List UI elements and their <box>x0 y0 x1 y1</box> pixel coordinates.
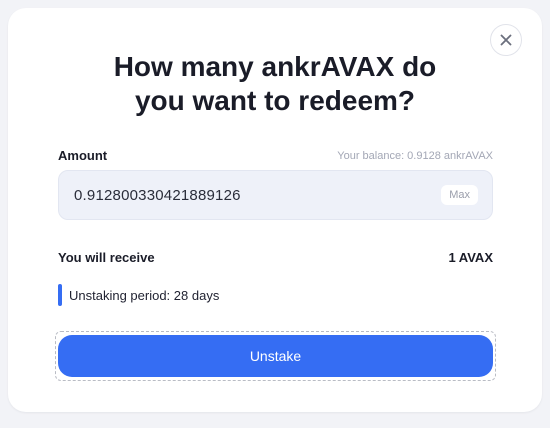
close-icon <box>500 34 512 46</box>
unstaking-period-notice: Unstaking period: 28 days <box>58 284 219 306</box>
redeem-modal: How many ankrAVAX do you want to redeem?… <box>8 8 542 412</box>
amount-label: Amount <box>58 148 108 163</box>
unstake-focus-ring: Unstake <box>55 331 496 381</box>
balance-text: Your balance: 0.9128 ankrAVAX <box>337 150 493 162</box>
receive-value: 1 AVAX <box>448 250 493 265</box>
max-button[interactable]: Max <box>441 185 478 205</box>
unstake-button[interactable]: Unstake <box>58 335 493 377</box>
amount-input[interactable] <box>74 171 424 219</box>
modal-title: How many ankrAVAX do you want to redeem? <box>8 50 542 118</box>
modal-title-line-2: you want to redeem? <box>134 85 416 116</box>
receive-label: You will receive <box>58 250 155 265</box>
amount-field: Max <box>58 170 493 220</box>
modal-title-line-1: How many ankrAVAX do <box>113 51 437 82</box>
notice-accent-bar <box>58 284 62 306</box>
unstaking-period-text: Unstaking period: 28 days <box>69 287 220 303</box>
